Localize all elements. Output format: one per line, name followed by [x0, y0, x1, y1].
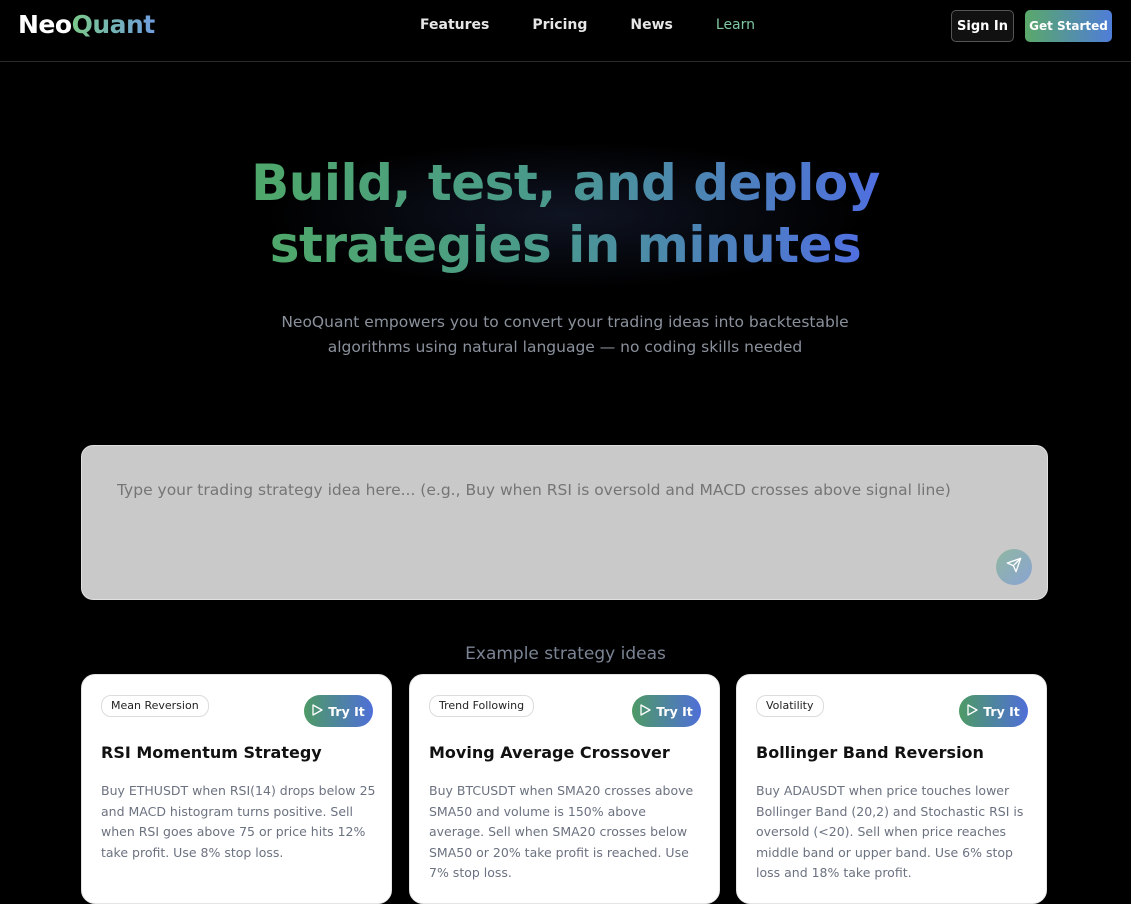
try-it-label: Try It	[983, 703, 1020, 719]
nav-news[interactable]: News	[630, 17, 672, 33]
play-icon	[967, 703, 978, 719]
hero-title-line1: Build, test, and deploy	[251, 154, 880, 212]
logo-neo: Neo	[18, 10, 72, 39]
card-title: Moving Average Crossover	[429, 743, 670, 762]
strategy-tag: Volatility	[756, 695, 824, 717]
send-icon	[1006, 557, 1022, 577]
strategy-tag: Mean Reversion	[101, 695, 209, 717]
play-icon	[640, 703, 651, 719]
play-icon	[312, 703, 323, 719]
card-description: Buy ADAUSDT when price touches lower Bol…	[756, 783, 1024, 880]
hero-subtitle: NeoQuant empowers you to convert your tr…	[281, 313, 849, 356]
strategy-tag: Trend Following	[429, 695, 535, 717]
nav-pricing[interactable]: Pricing	[532, 17, 587, 33]
nav-features[interactable]: Features	[420, 17, 489, 33]
example-card: Trend Following Try It Moving Average Cr…	[409, 674, 720, 904]
try-it-label: Try It	[328, 703, 365, 719]
logo[interactable]: NeoQuant	[18, 10, 155, 39]
strategy-input[interactable]	[115, 480, 999, 500]
card-title: RSI Momentum Strategy	[101, 743, 322, 762]
nav-learn[interactable]: Learn	[716, 17, 755, 33]
send-button[interactable]	[996, 549, 1032, 585]
example-card: Mean Reversion Try It RSI Momentum Strat…	[81, 674, 392, 904]
example-card: Volatility Try It Bollinger Band Reversi…	[736, 674, 1047, 904]
strategy-prompt-box	[81, 445, 1048, 600]
hero-title-line2: strategies in minutes	[269, 216, 862, 274]
card-description: Buy BTCUSDT when SMA20 crosses above SMA…	[429, 783, 694, 880]
card-title: Bollinger Band Reversion	[756, 743, 984, 762]
try-it-button[interactable]: Try It	[632, 695, 701, 727]
try-it-label: Try It	[656, 703, 693, 719]
get-started-button[interactable]: Get Started	[1025, 10, 1112, 42]
hero-title: Build, test, and deploy strategies in mi…	[0, 152, 1131, 276]
sign-in-button[interactable]: Sign In	[951, 10, 1014, 42]
logo-quant: Quant	[71, 10, 156, 39]
main-nav: Features Pricing News Learn	[420, 17, 798, 33]
try-it-button[interactable]: Try It	[959, 695, 1028, 727]
try-it-button[interactable]: Try It	[304, 695, 373, 727]
examples-title: Example strategy ideas	[465, 644, 666, 664]
top-navbar: NeoQuant Features Pricing News Learn Sig…	[0, 0, 1131, 62]
card-description: Buy ETHUSDT when RSI(14) drops below 25 …	[101, 783, 376, 860]
